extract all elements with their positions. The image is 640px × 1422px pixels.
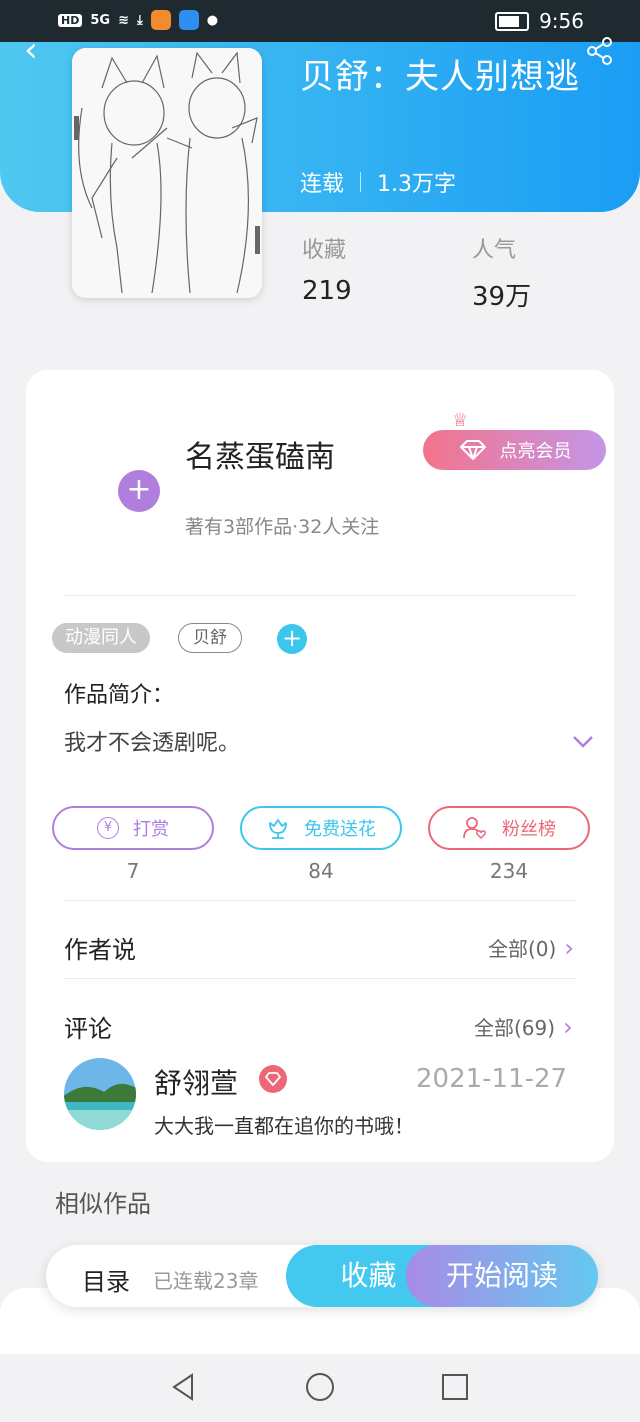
send-flower-label: 免费送花 <box>304 819 376 840</box>
cover-sketch-image <box>72 48 262 298</box>
add-tag-button[interactable]: + <box>277 624 307 654</box>
avatar-image <box>64 1058 136 1130</box>
reward-button[interactable]: ¥ 打赏 <box>52 806 214 850</box>
fan-ranking-button[interactable]: 粉丝榜 <box>428 806 590 850</box>
vip-button[interactable]: 点亮会员 <box>423 430 606 470</box>
author-says-all-link[interactable]: 全部(0) › <box>488 933 574 962</box>
avatar[interactable] <box>64 1058 136 1130</box>
intro-text: 我才不会透剧呢。 <box>64 731 241 756</box>
app-notification-icon <box>150 10 171 30</box>
popularity-value: 39万 <box>472 282 532 312</box>
clock: 9:56 <box>539 9 584 33</box>
book-detail-card <box>26 370 614 1162</box>
nav-back-icon[interactable] <box>170 1372 196 1402</box>
word-count: 1.3万字 <box>377 172 457 197</box>
divider <box>64 595 576 596</box>
nav-home-icon[interactable] <box>305 1372 335 1402</box>
tag-category[interactable]: 动漫同人 <box>52 623 150 653</box>
comment-date: 2021-11-27 <box>416 1064 568 1094</box>
start-reading-button[interactable]: 开始阅读 <box>406 1245 598 1307</box>
divider <box>64 978 576 979</box>
nav-recents-icon[interactable] <box>441 1373 469 1401</box>
catalog-button[interactable]: 目录 <box>82 1262 130 1297</box>
book-cover[interactable] <box>72 48 262 298</box>
hd-badge: HD <box>58 13 83 27</box>
send-flower-button[interactable]: 免费送花 <box>240 806 402 850</box>
chevron-right-icon: › <box>563 1012 573 1041</box>
popularity-label: 人气 <box>472 238 517 263</box>
intro-heading: 作品简介： <box>64 683 175 708</box>
flower-count: 84 <box>308 859 334 883</box>
book-meta: 连载 1.3万字 <box>300 166 456 198</box>
comments-all-link[interactable]: 全部(69) › <box>474 1012 573 1041</box>
author-says-heading: 作者说 <box>64 936 136 964</box>
status-icons-left: HD 5G ≋ ⤓ ● <box>58 10 218 30</box>
follow-author-button[interactable]: + <box>118 470 160 512</box>
book-status: 连载 <box>300 172 345 197</box>
expand-chevron-icon[interactable] <box>572 735 594 749</box>
yen-icon: ¥ <box>97 817 119 839</box>
author-stats: 著有3部作品·32人关注 <box>185 516 380 538</box>
reward-count: 7 <box>126 859 140 883</box>
comments-heading: 评论 <box>64 1015 112 1043</box>
divider <box>64 900 576 901</box>
comments-all-label: 全部(69) <box>474 1016 556 1040</box>
diamond-icon <box>459 440 486 460</box>
chevron-right-icon: › <box>564 933 574 962</box>
chat-icon: ● <box>206 12 219 28</box>
tag-character[interactable]: 贝舒 <box>178 623 242 653</box>
user-heart-icon <box>463 817 486 840</box>
comment-text: 大大我一直都在追你的书哦！ <box>154 1114 414 1138</box>
favorites-label: 收藏 <box>302 238 347 263</box>
book-title: 贝舒：夫人别想逃 <box>300 57 580 97</box>
crown-icon: ♕ <box>452 410 469 431</box>
commenter-name[interactable]: 舒翎萱 <box>154 1062 238 1102</box>
status-icons-right: 9:56 <box>495 9 584 33</box>
vip-badge-icon <box>259 1065 287 1093</box>
diamond-icon <box>265 1072 281 1086</box>
fan-count: 234 <box>489 859 529 883</box>
favorites-value: 219 <box>302 276 352 306</box>
vip-label: 点亮会员 <box>499 441 572 462</box>
back-icon[interactable]: ‹ <box>24 30 38 70</box>
flower-icon <box>269 819 287 839</box>
status-bar: HD 5G ≋ ⤓ ● 9:56 <box>0 0 640 42</box>
system-nav-bar <box>0 1354 640 1422</box>
author-says-all-label: 全部(0) <box>488 937 557 961</box>
battery-icon <box>495 11 530 31</box>
shield-icon <box>178 10 199 30</box>
author-name[interactable]: 名蒸蛋磕南 <box>185 432 335 476</box>
chapter-count: 已连载23章 <box>153 1269 259 1293</box>
signal-icon: 5G <box>90 12 111 28</box>
wifi-icon: ≋ <box>118 12 129 28</box>
meta-divider <box>360 172 362 192</box>
reward-label: 打赏 <box>133 819 169 840</box>
fan-ranking-label: 粉丝榜 <box>502 819 556 840</box>
similar-works-heading: 相似作品 <box>55 1190 151 1218</box>
download-icon: ⤓ <box>136 12 143 28</box>
